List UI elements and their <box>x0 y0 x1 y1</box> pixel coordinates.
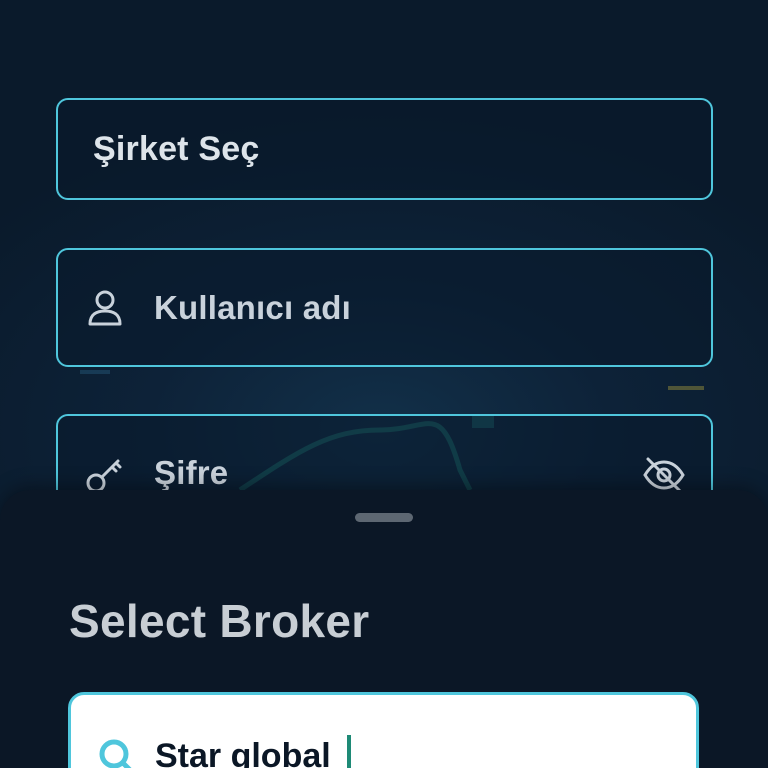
password-placeholder: Şifre <box>154 454 229 491</box>
company-select-label: Şirket Seç <box>93 129 260 168</box>
username-placeholder: Kullanıcı adı <box>154 288 351 326</box>
text-caret <box>347 735 351 768</box>
broker-bottom-sheet: Select Broker <box>0 490 768 768</box>
company-select[interactable]: Şirket Seç <box>56 98 713 200</box>
search-icon <box>99 739 132 768</box>
broker-search-box[interactable] <box>68 692 699 768</box>
key-icon <box>86 459 122 493</box>
sheet-drag-handle[interactable] <box>355 513 413 522</box>
user-icon <box>88 290 122 325</box>
username-field[interactable]: Kullanıcı adı <box>56 248 713 367</box>
broker-search-input[interactable] <box>155 737 635 768</box>
sheet-title: Select Broker <box>69 595 370 647</box>
